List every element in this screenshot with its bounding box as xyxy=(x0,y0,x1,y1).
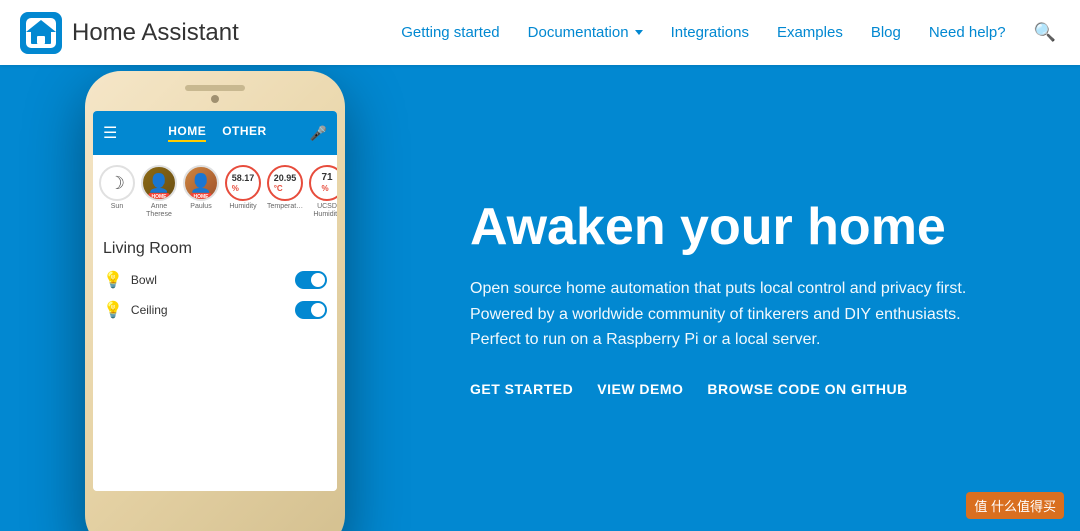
nav-getting-started[interactable]: Getting started xyxy=(401,24,499,41)
cta-view-demo[interactable]: VIEW DEMO xyxy=(597,381,683,397)
entity-humidity[interactable]: 58.17% Humidity xyxy=(225,165,261,220)
site-title: Home Assistant xyxy=(72,19,239,47)
watermark: 值 什么值得买 xyxy=(966,492,1064,519)
entity-circle-sun: ☽ xyxy=(99,165,135,201)
entity-circle-anne: 👤 HOME xyxy=(141,165,177,201)
nav-documentation[interactable]: Documentation xyxy=(528,24,643,41)
phone-screen: ☰ HOME OTHER 🎤 ☽ Sun xyxy=(93,111,337,491)
ceiling-toggle[interactable] xyxy=(295,301,327,319)
app-topbar: ☰ HOME OTHER 🎤 xyxy=(93,111,337,155)
hamburger-icon[interactable]: ☰ xyxy=(103,123,117,143)
documentation-dropdown-icon xyxy=(635,30,643,35)
ceiling-light-name: Ceiling xyxy=(131,303,287,317)
nav-blog[interactable]: Blog xyxy=(871,24,901,41)
header: Home Assistant Getting started Documenta… xyxy=(0,0,1080,65)
cta-github[interactable]: BROWSE CODE ON GITHUB xyxy=(707,381,907,397)
entity-badge-anne: HOME xyxy=(149,193,170,201)
entities-row: ☽ Sun 👤 HOME AnneTherese � xyxy=(93,155,337,230)
entity-circle-humidity: 58.17% xyxy=(225,165,261,201)
nav-need-help[interactable]: Need help? xyxy=(929,24,1006,41)
mic-icon[interactable]: 🎤 xyxy=(310,125,327,142)
logo-icon xyxy=(20,12,62,54)
entity-label-paulus: Paulus xyxy=(190,203,211,211)
main-nav: Getting started Documentation Integratio… xyxy=(401,22,1056,43)
bowl-light-icon: 💡 xyxy=(103,270,123,290)
light-row-bowl: 💡 Bowl xyxy=(103,270,327,290)
app-tabs: HOME OTHER xyxy=(125,124,309,142)
cta-get-started[interactable]: GET STARTED xyxy=(470,381,573,397)
room-title: Living Room xyxy=(103,240,327,258)
tab-other[interactable]: OTHER xyxy=(222,124,267,142)
ceiling-light-icon: 💡 xyxy=(103,300,123,320)
room-section: Living Room 💡 Bowl 💡 Ceiling xyxy=(93,230,337,491)
entity-paulus[interactable]: 👤 HOME Paulus xyxy=(183,165,219,220)
phone-mockup-area: ☰ HOME OTHER 🎤 ☽ Sun xyxy=(0,65,430,531)
phone-speaker xyxy=(185,85,245,91)
entity-label-anne: AnneTherese xyxy=(146,203,172,220)
entity-circle-paulus: 👤 HOME xyxy=(183,165,219,201)
hero-text: Awaken your home Open source home automa… xyxy=(430,65,1080,531)
light-row-ceiling: 💡 Ceiling xyxy=(103,300,327,320)
entity-label-ucsd-humidity: UCSDHumidity xyxy=(313,203,337,220)
nav-examples[interactable]: Examples xyxy=(777,24,843,41)
nav-integrations[interactable]: Integrations xyxy=(671,24,749,41)
entity-label-humidity: Humidity xyxy=(229,203,256,211)
hero-actions: GET STARTED VIEW DEMO BROWSE CODE ON GIT… xyxy=(470,381,1020,397)
entity-ucsd-humidity[interactable]: 71% UCSDHumidity xyxy=(309,165,337,220)
hero-description: Open source home automation that puts lo… xyxy=(470,276,970,353)
phone-outer: ☰ HOME OTHER 🎤 ☽ Sun xyxy=(85,71,345,531)
bowl-light-name: Bowl xyxy=(131,273,287,287)
entity-anne[interactable]: 👤 HOME AnneTherese xyxy=(141,165,177,220)
entity-label-sun: Sun xyxy=(111,203,123,211)
entity-sun[interactable]: ☽ Sun xyxy=(99,165,135,220)
hero-title: Awaken your home xyxy=(470,199,1020,256)
entity-temp[interactable]: 20.95°C Temperat… xyxy=(267,165,303,220)
hero-section: ☰ HOME OTHER 🎤 ☽ Sun xyxy=(0,65,1080,531)
tab-home[interactable]: HOME xyxy=(168,124,206,142)
bowl-toggle[interactable] xyxy=(295,271,327,289)
search-icon[interactable]: 🔍 xyxy=(1034,22,1056,43)
entity-label-temp: Temperat… xyxy=(267,203,303,211)
entity-circle-ucsd-humidity: 71% xyxy=(309,165,337,201)
entity-badge-paulus: HOME xyxy=(191,193,212,201)
phone-camera xyxy=(211,95,219,103)
logo[interactable]: Home Assistant xyxy=(20,12,239,54)
entity-circle-temp: 20.95°C xyxy=(267,165,303,201)
